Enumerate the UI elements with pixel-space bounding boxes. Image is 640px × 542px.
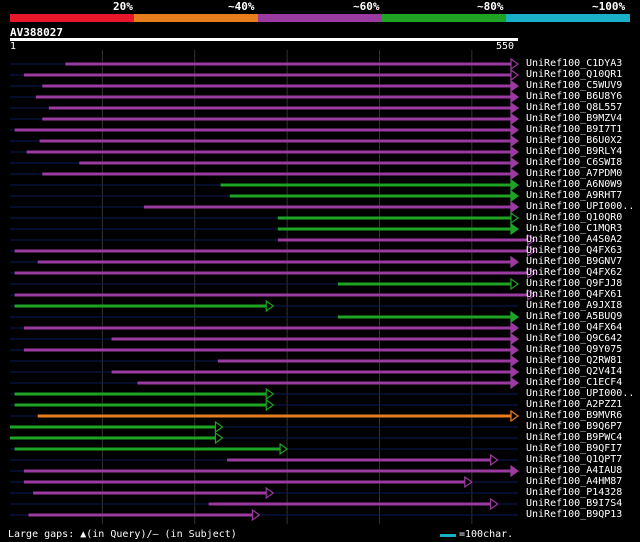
legend-label-40: ~40% — [228, 0, 255, 13]
hit-arrowhead — [510, 211, 520, 225]
hit-arrowhead — [510, 57, 520, 71]
hit-arrowhead — [510, 255, 520, 269]
legend-label-100: ~100% — [592, 0, 626, 13]
legend-swatch-orange — [134, 14, 258, 22]
hit-label[interactable]: UniRef100_A2PZZ1 — [526, 399, 622, 410]
hit-arrowhead — [510, 277, 520, 291]
hit-arrowhead — [510, 134, 520, 148]
hit-arrowhead — [510, 156, 520, 170]
identity-legend: 20% ~40% ~60% ~80% ~100% — [0, 0, 640, 24]
hit-arrowhead — [510, 409, 520, 423]
hit-label[interactable]: UniRef100_C1DYA3 — [526, 58, 622, 69]
scale-swatch — [440, 534, 456, 537]
legend-label-20: 20% — [113, 0, 133, 13]
hit-label[interactable]: UniRef100_Q4FX62 — [526, 267, 622, 278]
hit-label[interactable]: UniRef100_B6U0X2 — [526, 135, 622, 146]
hit-label[interactable]: UniRef100_B6U8Y6 — [526, 91, 622, 102]
hit-arrowhead — [510, 189, 520, 203]
hit-arrowhead — [490, 453, 499, 467]
hit-label[interactable]: UniRef100_Q2V4I4 — [526, 366, 622, 377]
hit-arrowhead — [510, 90, 520, 104]
hit-label[interactable]: UniRef100_Q9Y075 — [526, 344, 622, 355]
hit-arrowhead — [510, 112, 520, 126]
hit-label[interactable]: UniRef100_Q1QPT7 — [526, 454, 622, 465]
hit-label[interactable]: UniRef100_Q8L557 — [526, 102, 622, 113]
hit-arrowhead — [214, 420, 224, 434]
hit-arrowhead — [510, 222, 520, 236]
scale-label: =100char. — [459, 529, 514, 540]
hit-arrowhead — [510, 365, 520, 379]
hit-arrowhead — [510, 332, 520, 346]
hit-label[interactable]: UniRef100_Q9FJJ8 — [526, 278, 622, 289]
hit-arrowhead — [510, 310, 520, 324]
hit-label[interactable]: UniRef100_Q9C642 — [526, 333, 622, 344]
hit-label[interactable]: UniRef100_A6N0W9 — [526, 179, 622, 190]
legend-swatch-red — [10, 14, 134, 22]
hit-arrowhead — [490, 497, 499, 511]
hit-arrowhead — [464, 475, 473, 489]
hit-label[interactable]: UniRef100_A5BUQ9 — [526, 311, 622, 322]
hit-label[interactable]: UniRef100_B9I7S4 — [526, 498, 622, 509]
hit-label[interactable]: UniRef100_C5WUV9 — [526, 80, 622, 91]
hit-label[interactable]: UniRef100_B9RLY4 — [526, 146, 622, 157]
hit-arrowhead — [510, 321, 520, 335]
hit-label[interactable]: UniRef100_A4IAU8 — [526, 465, 622, 476]
hit-label[interactable]: UniRef100_UPI000.. — [526, 201, 634, 212]
hit-arrowhead — [510, 178, 520, 192]
hit-arrowhead — [510, 464, 520, 478]
hit-arrowhead — [265, 387, 275, 401]
hit-label[interactable]: UniRef100_UPI000.. — [526, 388, 634, 399]
hit-label[interactable]: UniRef100_A7PDM0 — [526, 168, 622, 179]
legend-label-60: ~60% — [353, 0, 380, 13]
hit-label[interactable]: UniRef100_B9I7T1 — [526, 124, 622, 135]
hit-arrowhead — [510, 145, 520, 159]
legend-label-80: ~80% — [477, 0, 504, 13]
hit-arrowhead — [510, 101, 520, 115]
hit-label[interactable]: UniRef100_B9GNV7 — [526, 256, 622, 267]
hit-arrowhead — [510, 68, 520, 82]
legend-swatch-cyan — [506, 14, 630, 22]
hit-arrowhead — [265, 299, 275, 313]
hit-arrowhead — [510, 123, 520, 137]
hit-label[interactable]: UniRef100_Q4FX63 — [526, 245, 622, 256]
hit-arrowhead — [251, 508, 261, 522]
large-gaps-legend: Large gaps: ▲(in Query)/– (in Subject) — [8, 529, 237, 540]
hit-label[interactable]: UniRef100_Q10QR0 — [526, 212, 622, 223]
hit-label[interactable]: UniRef100_A4HM87 — [526, 476, 622, 487]
hit-arrowhead — [265, 398, 275, 412]
hit-label[interactable]: UniRef100_B9PWC4 — [526, 432, 622, 443]
hit-arrowhead — [510, 376, 520, 390]
hit-arrowhead — [510, 354, 520, 368]
hit-label[interactable]: UniRef100_A4S0A2 — [526, 234, 622, 245]
hit-label[interactable]: UniRef100_Q2RW81 — [526, 355, 622, 366]
hit-label[interactable]: UniRef100_B9QFI7 — [526, 443, 622, 454]
legend-swatch-green — [382, 14, 506, 22]
hit-label[interactable]: UniRef100_A9JXI8 — [526, 300, 622, 311]
hit-label[interactable]: UniRef100_Q4FX64 — [526, 322, 622, 333]
hit-label[interactable]: UniRef100_B9MVR6 — [526, 410, 622, 421]
hit-arrowhead — [510, 167, 520, 181]
hit-arrowhead — [510, 343, 520, 357]
query-line — [10, 38, 518, 41]
hit-label[interactable]: UniRef100_B9QP13 — [526, 509, 622, 520]
hit-arrowhead — [265, 486, 275, 500]
hit-label[interactable]: UniRef100_C6SWI8 — [526, 157, 622, 168]
hit-label[interactable]: UniRef100_A9RHT7 — [526, 190, 622, 201]
hit-label[interactable]: UniRef100_C1MQR3 — [526, 223, 622, 234]
hit-arrowhead — [279, 442, 289, 456]
hit-label[interactable]: UniRef100_B9Q6P7 — [526, 421, 622, 432]
hit-label[interactable]: UniRef100_Q10QR1 — [526, 69, 622, 80]
hit-arrowhead — [214, 431, 224, 445]
legend-swatch-purple — [258, 14, 382, 22]
hit-label[interactable]: UniRef100_B9MZV4 — [526, 113, 622, 124]
hit-arrowhead — [510, 200, 520, 214]
hit-arrowhead — [510, 79, 520, 93]
hit-label[interactable]: UniRef100_C1ECF4 — [526, 377, 622, 388]
hit-label[interactable]: UniRef100_P14328 — [526, 487, 622, 498]
hit-label[interactable]: UniRef100_Q4FX61 — [526, 289, 622, 300]
